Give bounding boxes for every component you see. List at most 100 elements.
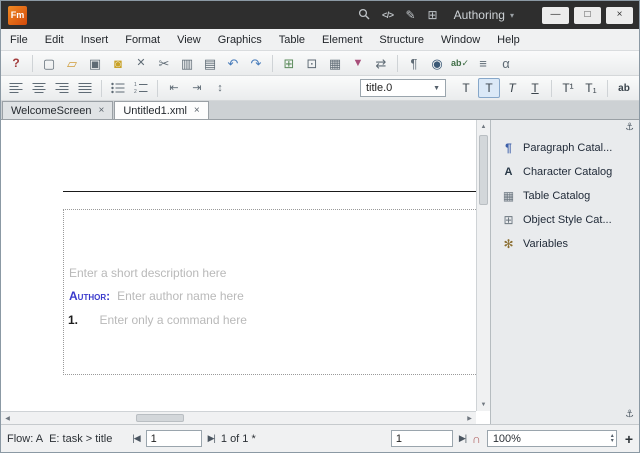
title-rule — [63, 191, 477, 192]
next-page-button[interactable]: ▶| — [208, 433, 216, 444]
page-number-field[interactable] — [145, 430, 202, 447]
element-path: E: task > title — [49, 432, 113, 445]
scroll-up-icon[interactable]: ▲ — [477, 120, 490, 133]
italic-button[interactable]: T — [501, 78, 523, 98]
command-placeholder[interactable]: Enter only a command here — [99, 313, 246, 327]
search-icon[interactable] — [358, 8, 370, 22]
flow-label: Flow: A — [7, 432, 44, 445]
help-icon[interactable]: ? — [5, 53, 27, 73]
indent-decrease-icon[interactable]: ⇤ — [163, 78, 185, 98]
panel-item-variables[interactable]: ✻ Variables — [491, 232, 639, 256]
line-number-field[interactable] — [390, 430, 453, 447]
menu-file[interactable]: File — [10, 34, 28, 46]
prev-page-button[interactable]: |◀ — [132, 433, 140, 444]
menu-element[interactable]: Element — [322, 34, 362, 46]
minimize-button[interactable]: — — [542, 6, 569, 24]
review-pen-icon[interactable]: ✎ — [405, 9, 415, 21]
authoring-mode-dropdown[interactable]: Authoring ▾ — [454, 8, 514, 22]
code-view-icon[interactable]: </> — [382, 10, 394, 20]
vertical-scrollbar[interactable]: ▲ ▼ — [476, 120, 490, 411]
align-center-icon[interactable] — [28, 78, 50, 98]
thesaurus-icon[interactable]: ≡ — [472, 53, 494, 73]
close-icon[interactable]: × — [194, 105, 200, 116]
anchored-frame-icon[interactable]: ⊡ — [301, 53, 323, 73]
cross-reference-icon[interactable]: ⇄ — [370, 53, 392, 73]
indent-increase-icon[interactable]: ⇥ — [186, 78, 208, 98]
scroll-down-icon[interactable]: ▼ — [477, 398, 490, 411]
author-label[interactable]: Author: — [69, 289, 110, 303]
zoom-decrease-icon[interactable]: ▾ — [611, 438, 614, 444]
paragraph-style-dropdown[interactable]: title.0 ▼ — [360, 79, 446, 97]
redo-icon[interactable]: ↷ — [245, 53, 267, 73]
quick-element-icon[interactable]: ⊞ — [278, 53, 300, 73]
underline-button[interactable]: T — [524, 78, 546, 98]
panel-item-character-catalog[interactable]: A Character Catalog — [491, 160, 639, 184]
menu-table[interactable]: Table — [279, 34, 305, 46]
panel-item-table-catalog[interactable]: ▦ Table Catalog — [491, 184, 639, 208]
zoom-control[interactable]: 100% ▴ ▾ — [486, 430, 617, 447]
author-placeholder[interactable]: Enter author name here — [117, 289, 244, 303]
step-number[interactable]: 1. — [68, 313, 78, 327]
cut-icon[interactable]: ✂ — [153, 53, 175, 73]
magnet-icon[interactable]: ∩ — [472, 432, 481, 446]
align-right-icon[interactable] — [51, 78, 73, 98]
menu-graphics[interactable]: Graphics — [218, 34, 262, 46]
undo-icon[interactable]: ↶ — [222, 53, 244, 73]
maximize-button[interactable]: □ — [574, 6, 601, 24]
pod-icon[interactable]: ⊞ — [428, 9, 438, 21]
open-folder-icon[interactable]: ▱ — [61, 53, 83, 73]
titlebar[interactable]: Fm </> ✎ ⊞ Authoring ▾ — □ × — [1, 1, 639, 29]
plain-text-button[interactable]: T — [455, 78, 477, 98]
align-left-icon[interactable] — [5, 78, 27, 98]
tab-untitled1-xml[interactable]: Untitled1.xml × — [114, 101, 209, 119]
menu-structure[interactable]: Structure — [379, 34, 424, 46]
line-spacing-icon[interactable]: ↕ — [209, 78, 231, 98]
separator — [101, 79, 102, 97]
horizontal-scroll-thumb[interactable] — [136, 414, 184, 422]
tab-welcomescreen[interactable]: WelcomeScreen × — [2, 101, 114, 119]
find-icon[interactable]: ◉ — [426, 53, 448, 73]
close-icon[interactable]: × — [99, 105, 105, 116]
paragraph-marks-icon[interactable]: ¶ — [403, 53, 425, 73]
document-tabbar: WelcomeScreen × Untitled1.xml × — [1, 101, 639, 120]
description-placeholder[interactable]: Enter a short description here — [69, 266, 226, 280]
delete-icon[interactable]: ✕ — [130, 53, 152, 73]
smallcaps-button[interactable]: ab — [613, 78, 635, 98]
subscript-button[interactable]: T₁ — [580, 78, 602, 98]
menu-insert[interactable]: Insert — [81, 34, 109, 46]
chevron-down-icon: ▼ — [433, 84, 440, 92]
panel-item-object-style-catalog[interactable]: ⊞ Object Style Cat... — [491, 208, 639, 232]
copy-icon[interactable]: ▥ — [176, 53, 198, 73]
vertical-scroll-thumb[interactable] — [479, 135, 488, 205]
lock-icon[interactable]: ◙ — [107, 53, 129, 73]
character-palette-icon[interactable]: α — [495, 53, 517, 73]
panel-anchor-icon[interactable]: ⚓ — [625, 122, 634, 133]
spell-check-icon[interactable]: ab✓ — [449, 53, 471, 73]
menu-edit[interactable]: Edit — [45, 34, 64, 46]
object-style-catalog-icon: ⊞ — [503, 213, 514, 227]
numbered-list-icon[interactable]: 12 — [130, 78, 152, 98]
horizontal-scrollbar[interactable]: ◀ ▶ — [1, 411, 476, 424]
menu-format[interactable]: Format — [125, 34, 160, 46]
go-to-button[interactable]: ▶| — [459, 433, 467, 444]
bold-button[interactable]: T — [478, 78, 500, 98]
app-logo[interactable]: Fm — [8, 5, 27, 25]
marker-icon[interactable]: ▼ — [347, 53, 369, 73]
menu-window[interactable]: Window — [441, 34, 480, 46]
menu-view[interactable]: View — [177, 34, 201, 46]
add-button[interactable]: + — [625, 431, 633, 447]
close-button[interactable]: × — [606, 6, 633, 24]
chevron-down-icon: ▾ — [509, 10, 514, 20]
document-canvas[interactable]: Enter a short description here Author: E… — [1, 120, 491, 424]
new-document-icon[interactable]: ▢ — [38, 53, 60, 73]
paste-icon[interactable]: ▤ — [199, 53, 221, 73]
save-icon[interactable]: ▣ — [84, 53, 106, 73]
bullet-list-icon[interactable] — [107, 78, 129, 98]
text-frame[interactable]: Enter a short description here Author: E… — [63, 209, 478, 375]
panel-item-paragraph-catalog[interactable]: ¶ Paragraph Catal... — [491, 136, 639, 160]
superscript-button[interactable]: T¹ — [557, 78, 579, 98]
menu-help[interactable]: Help — [497, 34, 520, 46]
insert-table-icon[interactable]: ▦ — [324, 53, 346, 73]
align-justify-icon[interactable] — [74, 78, 96, 98]
panel-anchor-icon[interactable]: ⚓ — [625, 409, 634, 420]
